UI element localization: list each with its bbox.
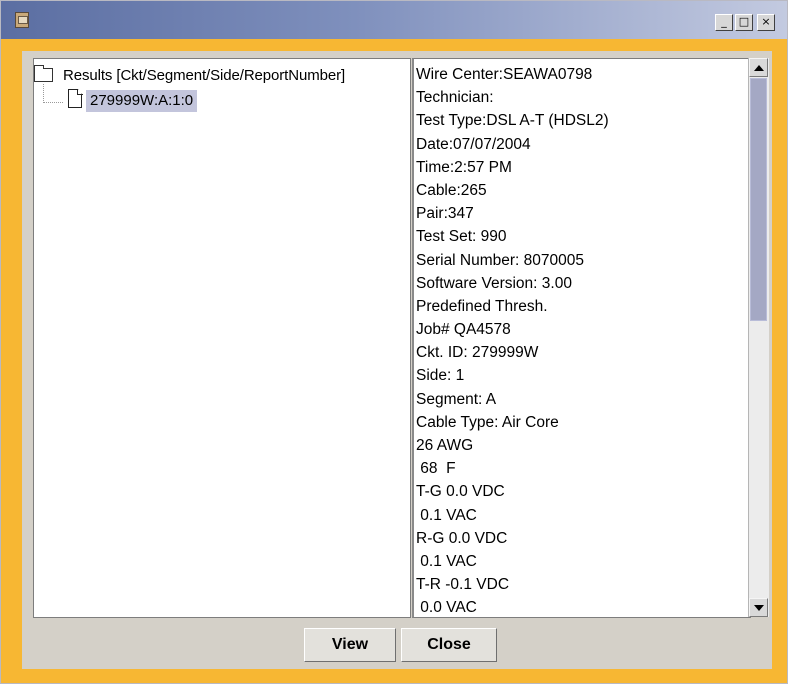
- close-window-button[interactable]: ×: [757, 14, 775, 31]
- detail-line: 68 F: [416, 460, 456, 478]
- detail-line: Cable Type: Air Core: [416, 413, 559, 431]
- detail-line: Test Type:DSL A-T (HDSL2): [416, 112, 609, 130]
- view-button[interactable]: View: [304, 628, 396, 662]
- detail-line: Software Version: 3.00: [416, 274, 572, 292]
- detail-line: Serial Number: 8070005: [416, 251, 585, 269]
- detail-line: 0.1 VAC: [416, 552, 477, 570]
- arrow-up-icon: [754, 65, 764, 71]
- maximize-button[interactable]: □: [735, 14, 753, 31]
- detail-line: Job# QA4578: [416, 321, 511, 339]
- detail-line: 0.1 VAC: [416, 506, 477, 524]
- scroll-up-button[interactable]: [749, 58, 768, 77]
- report-details-pane[interactable]: Wire Center:SEAWA0798 Technician: Test Typ…: [412, 58, 751, 618]
- report-window: _ □ × Results [Ckt/Segment/Side/ReportNu…: [0, 0, 788, 684]
- tree-item-report[interactable]: 279999W:A:1:0: [86, 90, 198, 112]
- minimize-button[interactable]: _: [715, 14, 733, 31]
- detail-line: 26 AWG: [416, 437, 474, 454]
- arrow-down-icon: [754, 605, 764, 611]
- title-bar[interactable]: _ □ ×: [1, 1, 787, 39]
- detail-line: T-G 0.0 VDC: [416, 483, 505, 501]
- detail-line: 0.0 VAC: [416, 599, 477, 617]
- folder-icon: [34, 65, 53, 82]
- tree-connector: [43, 102, 63, 103]
- app-icon[interactable]: [15, 12, 29, 28]
- detail-line: Predefined Thresh.: [416, 297, 548, 315]
- detail-line: Wire Center:SEAWA0798: [416, 66, 593, 83]
- detail-line: R-G 0.0 VDC: [416, 529, 508, 547]
- detail-line: Segment: A: [416, 390, 497, 408]
- detail-line: Cable:265: [416, 181, 487, 199]
- vertical-scrollbar[interactable]: [748, 58, 769, 617]
- detail-line: Side: 1: [416, 367, 465, 385]
- tree-root-label[interactable]: Results [Ckt/Segment/Side/ReportNumber]: [63, 67, 345, 84]
- detail-line: Time:2:57 PM: [416, 158, 512, 176]
- detail-line: Test Set: 990: [416, 228, 507, 246]
- detail-line: Pair:347: [416, 205, 474, 223]
- results-tree[interactable]: Results [Ckt/Segment/Side/ReportNumber] …: [33, 58, 411, 618]
- detail-line: T-R -0.1 VDC: [416, 576, 510, 594]
- close-button[interactable]: Close: [401, 628, 497, 662]
- scroll-down-button[interactable]: [749, 598, 768, 617]
- tree-connector: [43, 84, 44, 103]
- report-details-list: Wire Center:SEAWA0798 Technician: Test Typ…: [416, 63, 609, 617]
- detail-line: Date:07/07/2004: [416, 135, 531, 153]
- dialog-content: Results [Ckt/Segment/Side/ReportNumber] …: [22, 51, 772, 669]
- scroll-thumb[interactable]: [750, 78, 767, 321]
- file-icon-fold: [77, 89, 83, 95]
- detail-line: Ckt. ID: 279999W: [416, 344, 539, 362]
- detail-line: Technician:: [416, 89, 494, 107]
